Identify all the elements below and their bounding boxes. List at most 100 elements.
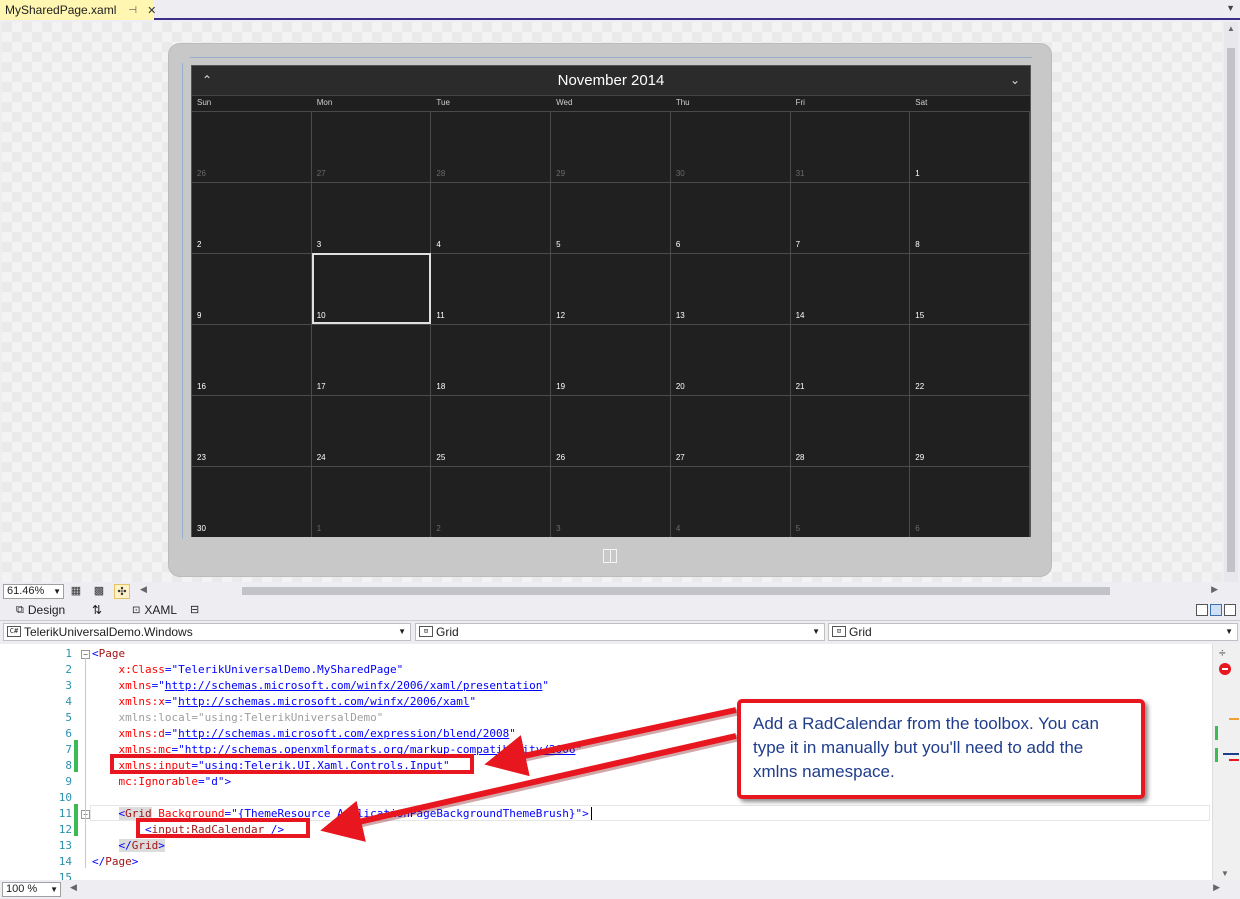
calendar-day-cell[interactable]: 18: [431, 324, 552, 395]
code-line[interactable]: 1− <Page: [0, 646, 1210, 662]
rad-calendar-preview[interactable]: ⌃ November 2014 ⌄ Sun Mon Tue Wed Thu Fri Sat …: [191, 65, 1031, 537]
calendar-day-cell[interactable]: 17: [311, 324, 432, 395]
calendar-day-cell[interactable]: 27: [311, 111, 432, 182]
visual-studio-window: MySharedPage.xaml ⊣ ✕ ▼ ▲ ⌃ November 201…: [0, 0, 1240, 899]
expand-pane-icon[interactable]: [1224, 604, 1236, 616]
project-dropdown[interactable]: C# TelerikUniversalDemo.Windows ▼: [3, 623, 411, 641]
code-text: xmlns:local="using:TelerikUniversalDemo": [92, 710, 384, 726]
calendar-day-cell[interactable]: 6: [910, 466, 1030, 537]
show-grid-icon[interactable]: ▦: [68, 584, 84, 599]
calendar-day-cell[interactable]: 13: [670, 253, 791, 324]
calendar-day-cell[interactable]: 26: [551, 395, 671, 466]
code-token: ": [509, 727, 516, 740]
calendar-day-cell[interactable]: 2: [431, 466, 552, 537]
calendar-day-cell[interactable]: 11: [431, 253, 552, 324]
day-number: 7: [795, 240, 801, 249]
error-indicator-icon[interactable]: [1219, 663, 1231, 675]
calendar-day-cell[interactable]: 4: [431, 182, 552, 253]
scroll-down-arrow-icon[interactable]: ▼: [1221, 869, 1229, 878]
selection-guide-vertical: [182, 63, 183, 539]
calendar-day-cell[interactable]: 28: [431, 111, 552, 182]
day-number: 1: [316, 524, 322, 533]
member-dropdown[interactable]: ⊡ Grid ▼: [828, 623, 1238, 641]
code-line[interactable]: 14 </Page>: [0, 854, 1210, 870]
designer-hscroll-thumb[interactable]: [242, 587, 1110, 595]
code-line[interactable]: 13 </Grid>: [0, 838, 1210, 854]
element-icon: ⊡: [832, 626, 846, 637]
calendar-day-cell[interactable]: 2: [192, 182, 312, 253]
calendar-day-cell[interactable]: 29: [910, 395, 1030, 466]
calendar-day-cell[interactable]: 21: [790, 324, 911, 395]
editor-vertical-scrollbar[interactable]: ÷ ▼: [1212, 644, 1240, 880]
code-token: >: [224, 775, 232, 788]
vertical-split-icon[interactable]: [1196, 604, 1208, 616]
next-month-icon[interactable]: ⌄: [1010, 73, 1020, 87]
designer-vscroll-thumb[interactable]: [1227, 48, 1235, 572]
code-line[interactable]: 3 xmlns="http://schemas.microsoft.com/wi…: [0, 678, 1210, 694]
designer-vertical-scrollbar[interactable]: ▲: [1224, 22, 1238, 582]
calendar-day-cell[interactable]: 14: [790, 253, 911, 324]
calendar-day-cell[interactable]: 27: [670, 395, 791, 466]
day-number: 28: [795, 453, 805, 462]
tab-overflow-dropdown-icon[interactable]: ▼: [1226, 3, 1235, 13]
calendar-day-cell[interactable]: 30: [670, 111, 791, 182]
split-window-icon[interactable]: ÷: [1219, 646, 1226, 660]
code-token: ": [158, 679, 165, 692]
calendar-day-cell[interactable]: 31: [790, 111, 911, 182]
code-line[interactable]: 2 x:Class="TelerikUniversalDemo.MyShared…: [0, 662, 1210, 678]
collapse-pane-icon[interactable]: ⊟: [190, 603, 199, 616]
navigation-bar: C# TelerikUniversalDemo.Windows ▼ ⊡ Grid…: [0, 622, 1240, 643]
design-view-icon: ⧉: [16, 603, 24, 616]
horizontal-split-icon[interactable]: [1210, 604, 1222, 616]
calendar-month-title[interactable]: November 2014: [192, 72, 1030, 89]
scroll-right-arrow-icon[interactable]: ▶: [1213, 882, 1220, 893]
calendar-day-cell[interactable]: 8: [910, 182, 1030, 253]
type-dropdown[interactable]: ⊡ Grid ▼: [415, 623, 825, 641]
document-tab-mysharedpage[interactable]: MySharedPage.xaml ⊣ ✕: [0, 0, 156, 20]
calendar-day-cell[interactable]: 19: [551, 324, 671, 395]
calendar-day-cell[interactable]: 22: [910, 324, 1030, 395]
calendar-day-cell[interactable]: 23: [192, 395, 312, 466]
calendar-day-cell[interactable]: 3: [551, 466, 671, 537]
editor-zoom-dropdown[interactable]: 100 % ▼: [2, 882, 61, 897]
tab-design[interactable]: ⧉ Design: [16, 603, 65, 617]
calendar-day-cell[interactable]: 1: [311, 466, 432, 537]
code-text: </Page>: [92, 854, 138, 870]
calendar-day-cell-selected[interactable]: 10: [311, 253, 432, 324]
calendar-day-cell[interactable]: 28: [790, 395, 911, 466]
calendar-day-cell[interactable]: 24: [311, 395, 432, 466]
editor-horizontal-scrollbar[interactable]: ◀ ▶: [70, 882, 1220, 894]
calendar-day-cell[interactable]: 6: [670, 182, 791, 253]
close-tab-icon[interactable]: ✕: [147, 4, 156, 17]
calendar-day-cell[interactable]: 29: [551, 111, 671, 182]
calendar-day-cell[interactable]: 5: [551, 182, 671, 253]
calendar-day-cell[interactable]: 4: [670, 466, 791, 537]
tab-xaml[interactable]: ⊡ XAML: [132, 603, 177, 617]
pin-icon[interactable]: ⊣: [128, 5, 137, 16]
calendar-day-cell[interactable]: 12: [551, 253, 671, 324]
code-token: <: [92, 647, 99, 660]
day-number: 12: [556, 311, 566, 320]
calendar-day-cell[interactable]: 5: [790, 466, 911, 537]
snap-to-lines-icon[interactable]: ✣: [114, 584, 130, 599]
swap-panes-button[interactable]: ⇅: [92, 603, 102, 617]
designer-horizontal-scrollbar[interactable]: ◀ ▶: [140, 584, 1218, 596]
scroll-right-arrow-icon[interactable]: ▶: [1211, 584, 1218, 595]
scroll-left-arrow-icon[interactable]: ◀: [140, 584, 147, 595]
calendar-day-cell[interactable]: 26: [192, 111, 312, 182]
calendar-day-cell[interactable]: 20: [670, 324, 791, 395]
calendar-day-cell[interactable]: 3: [311, 182, 432, 253]
scroll-left-arrow-icon[interactable]: ◀: [70, 882, 77, 893]
calendar-day-cell[interactable]: 15: [910, 253, 1030, 324]
calendar-day-cell[interactable]: 1: [910, 111, 1030, 182]
designer-zoom-dropdown[interactable]: 61.46% ▼: [3, 584, 64, 599]
calendar-day-cell[interactable]: 30: [192, 466, 312, 537]
calendar-day-cell[interactable]: 9: [192, 253, 312, 324]
calendar-day-cell[interactable]: 16: [192, 324, 312, 395]
day-of-week-label: Mon: [316, 98, 333, 107]
day-number: 2: [436, 524, 441, 533]
snap-to-grid-icon[interactable]: ▩: [91, 584, 107, 599]
calendar-day-cell[interactable]: 7: [790, 182, 911, 253]
calendar-day-cell[interactable]: 25: [431, 395, 552, 466]
scroll-up-arrow-icon[interactable]: ▲: [1227, 24, 1235, 33]
